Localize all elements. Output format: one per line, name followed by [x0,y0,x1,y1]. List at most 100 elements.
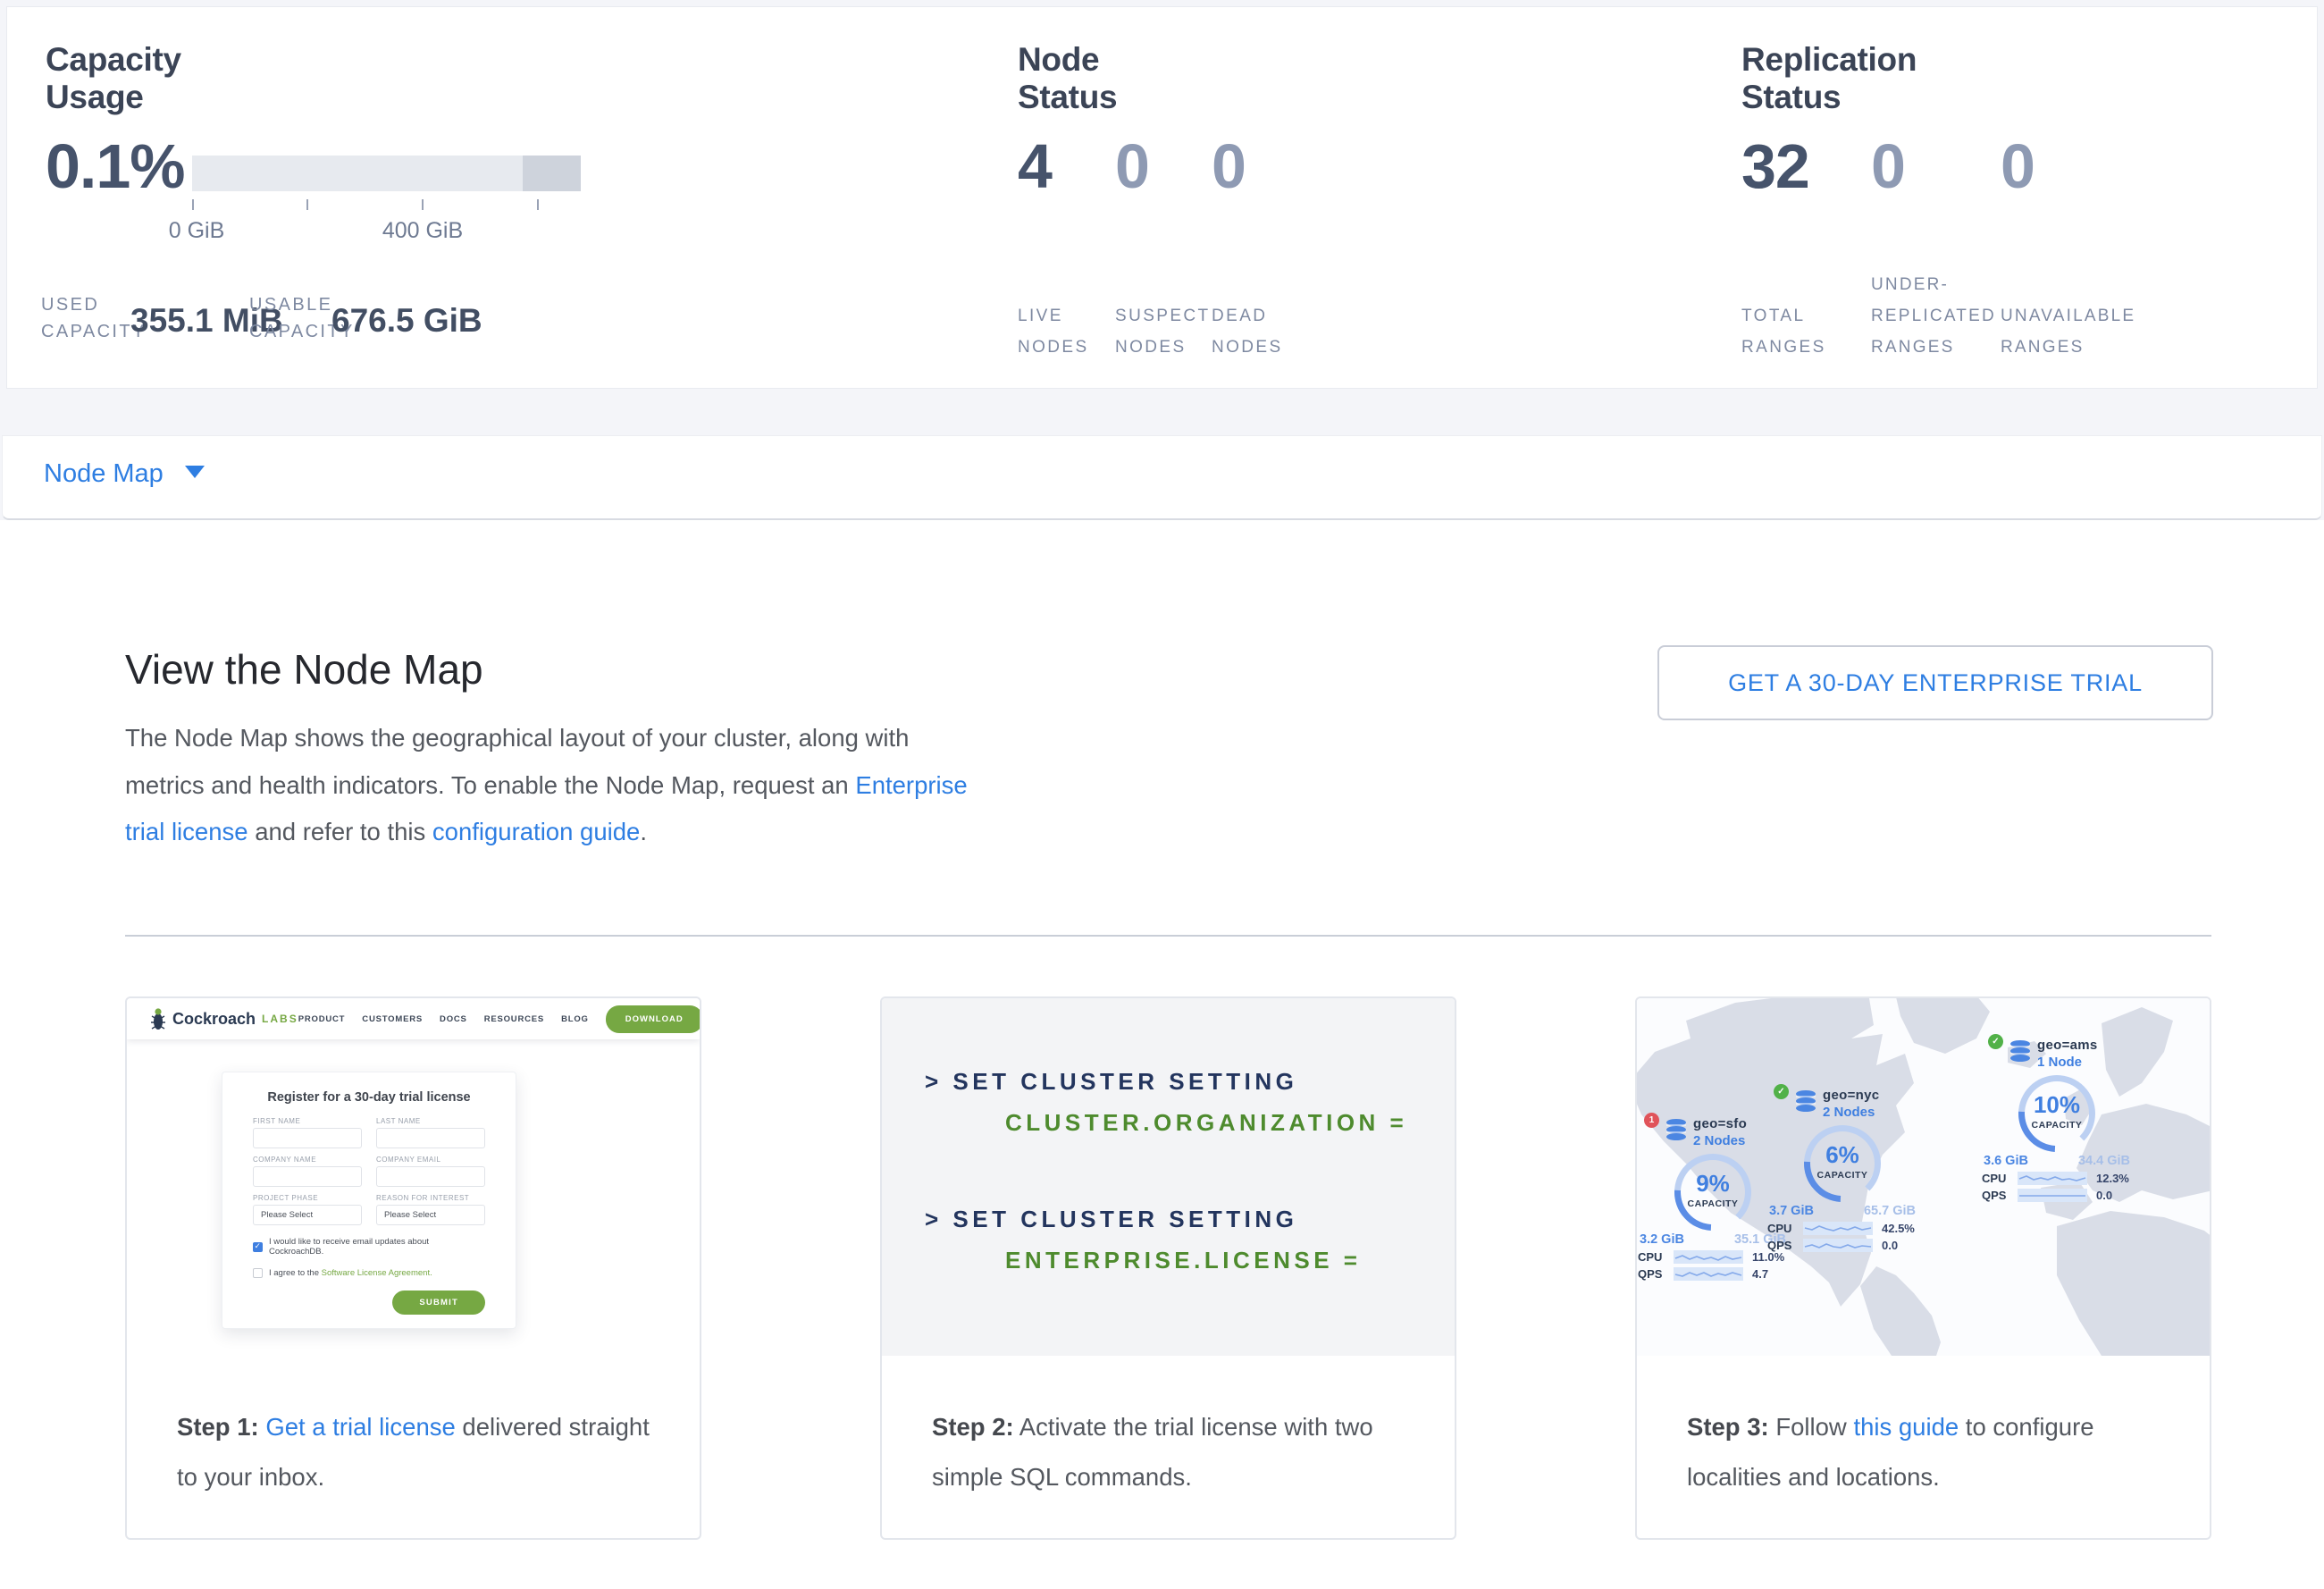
mini-form-title: Register for a 30-day trial license [253,1090,485,1105]
usable-capacity-value: 676.5 GiB [331,302,482,340]
mini-project-phase-select: Please Select [253,1205,362,1225]
mini-field-label: FIRST NAME [253,1117,362,1125]
gauge-capacity-label: CAPACITY [1804,1170,1881,1181]
step2-card: > SET CLUSTER SETTING CLUSTER.ORGANIZATI… [880,996,1456,1540]
cluster-name: geo=ams [2037,1038,2098,1053]
cpu-value: 12.3% [2096,1172,2129,1185]
check-icon [1988,1034,2003,1049]
sql-commands-panel: > SET CLUSTER SETTING CLUSTER.ORGANIZATI… [882,998,1455,1356]
capacity-axis-label-start: 0 GiB [169,218,225,244]
capacity-used-percent: 0.1% [46,130,185,202]
cpu-label: CPU [1982,1172,2018,1185]
sql-command: > SET CLUSTER SETTING [925,1206,1297,1233]
qps-value: 0.0 [1882,1239,1898,1252]
cluster-overview-page: Capacity Usage 0.1% 0 GiB 400 GiB USED C… [0,0,2324,1589]
capacity-usage-title: Capacity Usage [46,41,181,116]
mini-nav-item: RESOURCES [484,1014,544,1024]
mini-submit-button: SUBMIT [392,1291,485,1315]
mini-field-label: REASON FOR INTEREST [376,1194,485,1202]
capacity-axis-tick [192,199,194,210]
mini-company-email-input [376,1166,485,1187]
mini-updates-checkbox-row: I would like to receive email updates ab… [253,1237,485,1257]
mini-first-name-input [253,1128,362,1148]
cpu-sparkline [1803,1222,1873,1235]
cpu-sparkline [2018,1172,2087,1185]
cpu-label: CPU [1638,1250,1674,1264]
cluster-used-capacity: 3.7 GiB [1769,1204,1814,1218]
section-divider [125,935,2211,937]
capacity-gauge: 10% CAPACITY [2018,1075,2095,1152]
step-label: Step 1: [177,1413,259,1441]
gauge-capacity-label: CAPACITY [1674,1198,1751,1209]
configuration-guide-link[interactable]: configuration guide [432,818,640,845]
capacity-axis-tick [306,199,308,210]
mini-logo-name: Cockroach [172,1010,256,1029]
view-selector-bar: Node Map [2,435,2322,520]
mini-license-checkbox-row: I agree to the Software License Agreemen… [253,1268,485,1278]
mini-nav-item: DOCS [440,1014,467,1024]
mini-reason-select: Please Select [376,1205,485,1225]
gauge-percent: 6% [1804,1141,1881,1169]
page-title: View the Node Map [125,645,483,694]
capacity-axis-tick [537,199,539,210]
mini-checkbox-text-pre: I agree to the [269,1268,322,1278]
registration-screenshot: Cockroach LABS PRODUCT CUSTOMERS DOCS RE… [127,998,700,1356]
get-trial-license-link[interactable]: Get a trial license [265,1413,455,1441]
qps-label: QPS [1982,1189,2018,1202]
total-ranges-value: 32 [1741,130,1809,202]
cpu-sparkline [1674,1250,1743,1264]
qps-value: 4.7 [1752,1267,1768,1281]
caret-down-icon [185,466,205,478]
view-selector-dropdown[interactable]: Node Map [44,459,205,489]
qps-value: 0.0 [2096,1189,2112,1202]
mini-logo-suffix: LABS [262,1013,298,1025]
description-text: and refer to this [248,818,432,845]
cockroach-labs-logo: Cockroach LABS [150,1007,298,1030]
qps-label: QPS [1767,1239,1803,1252]
mini-nav-item: BLOG [561,1014,589,1024]
node-map-preview: 1 geo=sfo 2 Nodes 9% CAPACITY [1637,998,2210,1356]
qps-sparkline [2018,1189,2087,1202]
gauge-capacity-label: CAPACITY [2018,1120,2095,1131]
dead-nodes-label: DEAD NODES [1212,257,1305,363]
cockroach-logo-icon [150,1007,166,1030]
mini-download-button: DOWNLOAD [606,1005,700,1033]
under-replicated-value: 0 [1871,130,1905,202]
mini-company-name-input [253,1166,362,1187]
cluster-node-count: 2 Nodes [1823,1105,1879,1120]
node-status-title: Node Status [1018,41,1117,116]
capacity-bar-reserved-segment [523,156,581,191]
mini-nav-item: PRODUCT [298,1014,346,1024]
step3-caption: Step 3: Follow this guide to configure l… [1637,1356,2210,1502]
suspect-nodes-label: SUSPECT NODES [1115,257,1212,363]
step3-card: 1 geo=sfo 2 Nodes 9% CAPACITY [1635,996,2211,1540]
qps-label: QPS [1638,1267,1674,1281]
view-selector-label: Node Map [44,459,164,488]
this-guide-link[interactable]: this guide [1853,1413,1959,1441]
dead-nodes-value: 0 [1212,130,1246,202]
node-map-description: The Node Map shows the geographical layo… [125,715,983,856]
enterprise-trial-button[interactable]: GET A 30-DAY ENTERPRISE TRIAL [1657,645,2213,720]
check-icon [1774,1084,1789,1099]
database-icon [2009,1039,2032,1066]
mini-field-label: COMPANY EMAIL [376,1156,485,1164]
mini-field-label: PROJECT PHASE [253,1194,362,1202]
mini-checkbox-text: I agree to the Software License Agreemen… [269,1268,432,1278]
capacity-gauge: 6% CAPACITY [1804,1125,1881,1202]
sql-setting: CLUSTER.ORGANIZATION = [1005,1109,1407,1137]
gauge-percent: 10% [2018,1091,2095,1119]
step1-caption: Step 1: Get a trial license delivered st… [127,1356,700,1502]
error-badge: 1 [1644,1113,1659,1128]
node-map-promo-section: View the Node Map The Node Map shows the… [0,520,2324,1589]
unavailable-label: UNAVAILABLE RANGES [2001,257,2144,363]
mini-registration-form: Register for a 30-day trial license FIRS… [222,1072,516,1329]
mini-nav-item: CUSTOMERS [362,1014,423,1024]
cluster-node-count: 1 Node [2037,1055,2098,1070]
empty-checkbox-icon [253,1268,263,1278]
qps-sparkline [1803,1239,1873,1252]
database-icon [1665,1118,1688,1145]
mini-license-agreement-link: Software License Agreement. [322,1268,432,1278]
replication-status-title: Replication Status [1741,41,1917,116]
step1-card: Cockroach LABS PRODUCT CUSTOMERS DOCS RE… [125,996,701,1540]
live-nodes-label: LIVE NODES [1018,257,1112,363]
